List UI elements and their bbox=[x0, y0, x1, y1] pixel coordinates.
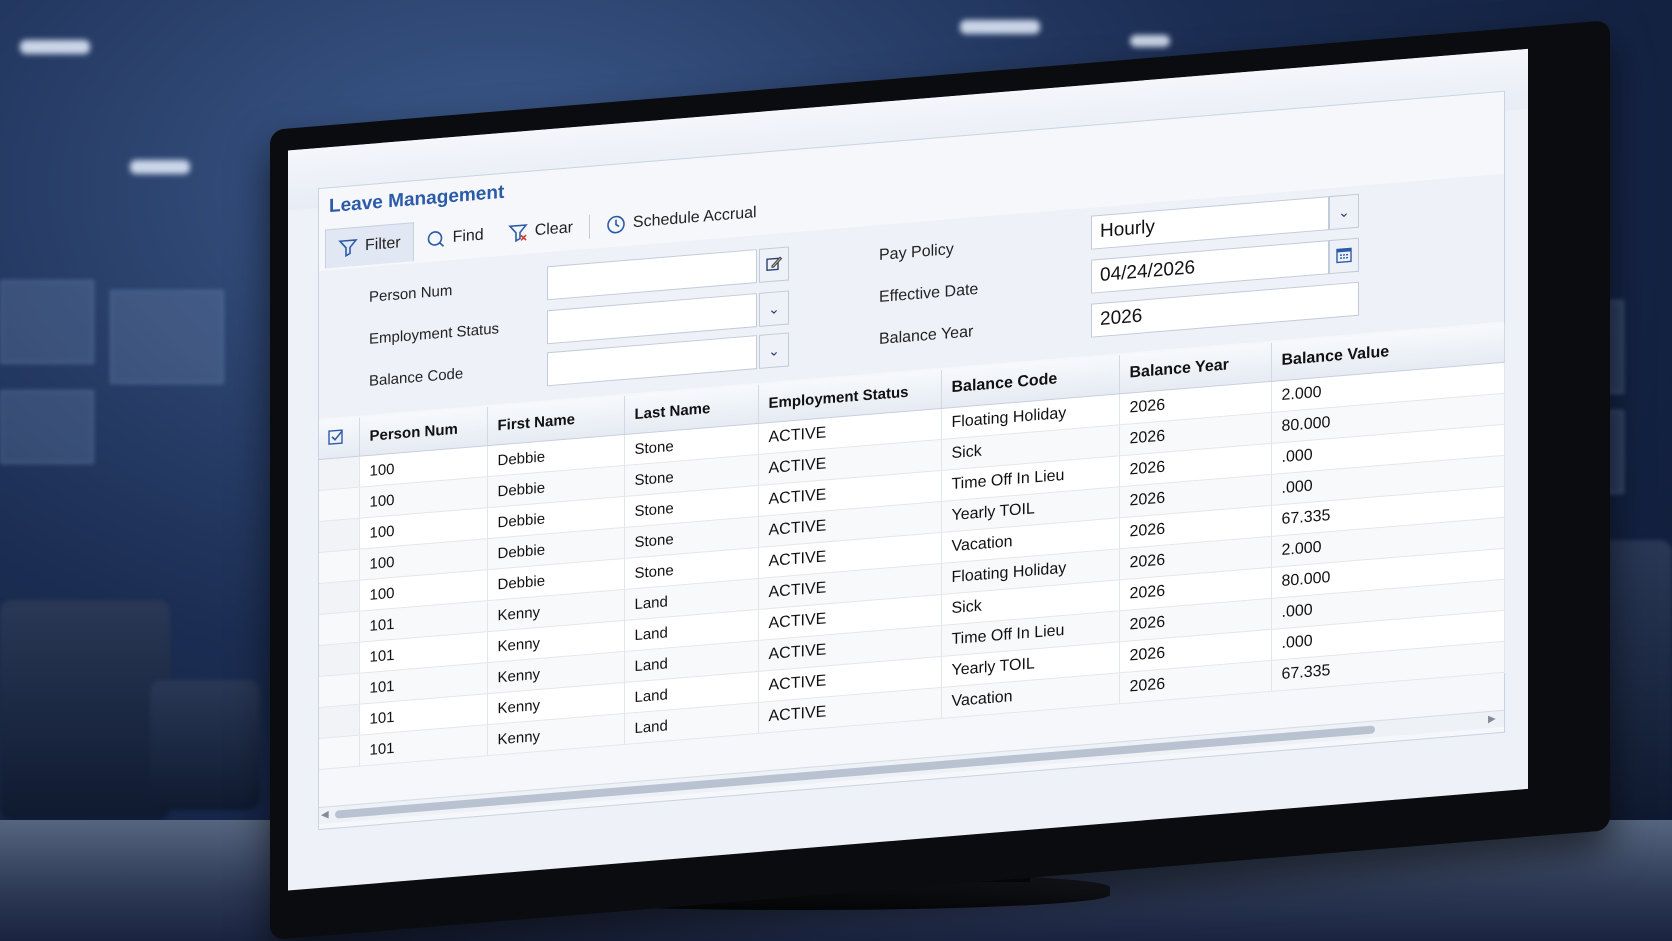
scroll-left-icon[interactable]: ◀ bbox=[321, 809, 333, 822]
pay-policy-select[interactable]: Hourly bbox=[1091, 196, 1329, 250]
balance-year-label: Balance Year bbox=[879, 323, 974, 349]
screen: Leave Management Filter Find Clear Sched… bbox=[288, 48, 1528, 891]
row-selector[interactable] bbox=[319, 549, 359, 584]
effective-date-input[interactable]: 04/24/2026 bbox=[1091, 240, 1329, 294]
chevron-down-icon: ⌄ bbox=[1338, 202, 1350, 220]
person-lookup-button[interactable] bbox=[759, 246, 789, 283]
row-selector[interactable] bbox=[319, 673, 359, 708]
person-num-label: Person Num bbox=[369, 282, 453, 306]
scroll-right-icon[interactable]: ▶ bbox=[1488, 713, 1500, 726]
find-label: Find bbox=[452, 226, 484, 247]
schedule-accrual-label: Schedule Accrual bbox=[632, 204, 757, 232]
person-num-input[interactable] bbox=[547, 249, 757, 301]
row-selector[interactable] bbox=[319, 611, 359, 646]
monitor: Leave Management Filter Find Clear Sched… bbox=[270, 20, 1610, 941]
row-selector[interactable] bbox=[319, 487, 359, 522]
chevron-down-icon: ⌄ bbox=[768, 299, 780, 317]
pay-policy-label: Pay Policy bbox=[879, 240, 954, 265]
clear-filter-icon bbox=[507, 222, 528, 244]
clock-refresh-icon bbox=[606, 214, 626, 236]
employment-status-dropdown[interactable]: ⌄ bbox=[759, 290, 789, 327]
effective-date-label: Effective Date bbox=[879, 280, 979, 307]
balance-code-dropdown[interactable]: ⌄ bbox=[759, 332, 789, 369]
employment-status-label: Employment Status bbox=[369, 320, 500, 348]
balance-code-select[interactable] bbox=[547, 335, 757, 387]
filter-label: Filter bbox=[365, 233, 401, 254]
calendar-button[interactable] bbox=[1329, 237, 1359, 275]
clear-button[interactable]: Clear bbox=[496, 208, 585, 253]
chevron-down-icon: ⌄ bbox=[768, 341, 780, 359]
calendar-icon bbox=[1335, 245, 1353, 267]
find-button[interactable]: Find bbox=[414, 215, 496, 260]
select-all-header[interactable] bbox=[319, 417, 359, 460]
select-all-icon bbox=[327, 429, 345, 450]
edit-lookup-icon bbox=[765, 253, 783, 275]
toolbar-divider bbox=[588, 214, 590, 239]
search-icon bbox=[426, 229, 446, 251]
balance-code-label: Balance Code bbox=[369, 365, 464, 390]
row-selector[interactable] bbox=[319, 456, 359, 491]
row-selector[interactable] bbox=[319, 580, 359, 615]
page-title: Leave Management bbox=[329, 181, 505, 218]
row-selector[interactable] bbox=[319, 735, 359, 770]
row-selector[interactable] bbox=[319, 642, 359, 677]
pay-policy-dropdown[interactable]: ⌄ bbox=[1329, 193, 1359, 231]
filter-icon bbox=[338, 236, 358, 258]
leave-management-window: Leave Management Filter Find Clear Sched… bbox=[318, 90, 1505, 831]
clear-label: Clear bbox=[534, 219, 573, 240]
monitor-assembly: Leave Management Filter Find Clear Sched… bbox=[0, 0, 1672, 941]
row-selector[interactable] bbox=[319, 518, 359, 553]
filter-button[interactable]: Filter bbox=[325, 221, 414, 268]
row-selector[interactable] bbox=[319, 704, 359, 739]
